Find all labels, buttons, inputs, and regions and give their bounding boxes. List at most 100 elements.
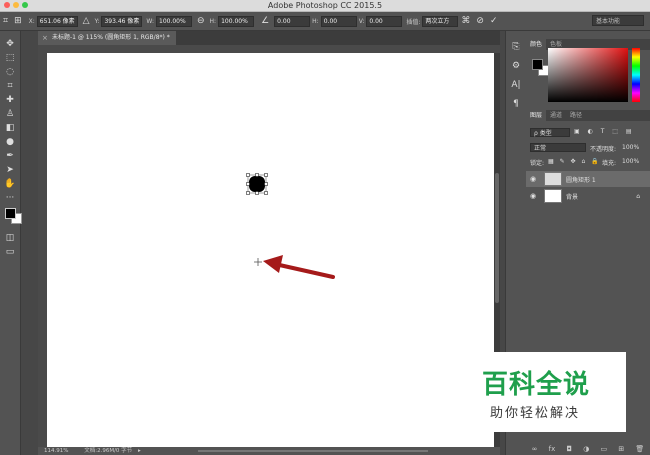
w-label: W: [146,17,154,25]
angle-field[interactable]: 0.00 [274,15,311,27]
cancel-transform-icon[interactable]: ⊘ [476,16,484,26]
stamp-tool-icon[interactable]: ♙ [0,107,20,121]
layer-row[interactable]: ◉ 圆角矩形 1 [526,171,650,187]
layer-lock-icon: ⌂ [636,192,640,200]
new-layer-icon[interactable]: ⊞ [618,445,624,453]
layers-panel-tabs: 图层 通道 路径 [526,110,650,121]
layer-filter-icons[interactable]: ▣ ◐ T ⬚ ▤ [574,128,635,135]
color-swatches [0,205,22,231]
eraser-tool-icon[interactable]: ◧ [0,121,20,135]
watermark-title: 百科全说 [482,370,591,400]
blend-mode-select[interactable]: 正常 [530,143,586,152]
document-tab-bar: × 未标题-1 @ 115% (圆角矩形 1, RGB/8*) * [38,31,500,45]
tab-paths[interactable]: 路径 [566,110,586,121]
add-mask-icon[interactable]: ◘ [566,445,572,453]
opacity-value[interactable]: 100% [622,144,639,151]
status-arrow-icon[interactable]: ▸ [138,448,141,454]
delta-icon[interactable]: △ [83,16,90,26]
hskew-label: H: [312,17,319,25]
new-group-icon[interactable]: ▭ [601,445,608,453]
interpolation-label: 插值: [406,18,421,26]
zoom-level[interactable]: 114.91% [44,448,68,454]
h-label: H: [209,17,217,25]
layer-thumbnail [544,172,562,186]
rounded-rectangle-shape[interactable] [246,173,268,195]
layer-filter-select[interactable]: ρ 类型 [530,128,570,137]
visibility-eye-icon[interactable]: ◉ [526,192,540,200]
layers-footer: ∞ fx ◘ ◑ ▭ ⊞ 🗑 [526,443,650,455]
workspace-select[interactable]: 基本功能 [592,15,644,26]
x-field[interactable]: 651.06 像素 [36,15,78,27]
tab-channels[interactable]: 通道 [546,110,566,121]
width-field[interactable]: 100.00% [156,15,192,27]
path-select-tool-icon[interactable]: ➤ [0,163,20,177]
layer-row[interactable]: ◉ 背景 ⌂ [526,188,650,204]
visibility-eye-icon[interactable]: ◉ [526,175,540,183]
fill-value[interactable]: 100% [622,158,639,165]
properties-icon[interactable]: ⚙ [506,56,526,75]
vskew-field[interactable]: 0.00 [366,15,403,27]
adjustment-layer-icon[interactable]: ◑ [583,445,589,453]
options-bar: ⌗ ⊞ X: 651.06 像素 △ Y: 393.46 像素 W: 100.0… [0,12,650,31]
lock-label: 锁定: [530,160,545,167]
marquee-tool-icon[interactable]: ⬚ [0,51,20,65]
crop-tool-icon[interactable]: ⌗ [0,79,20,93]
more-tools-icon[interactable]: ··· [0,191,20,205]
height-field[interactable]: 100.00% [218,15,255,27]
foreground-color-swatch[interactable] [5,208,16,219]
color-picker-field[interactable] [548,48,628,102]
layer-style-icon[interactable]: fx [549,445,556,453]
commit-transform-icon[interactable]: ✓ [490,16,498,26]
character-icon[interactable]: A| [506,75,526,94]
annotation-arrow [263,255,335,279]
move-tool-icon[interactable]: ✥ [0,37,20,51]
quick-mask-icon[interactable]: ◫ [0,231,20,245]
panel-foreground-swatch[interactable] [532,59,543,70]
tools-panel: ✥ ⬚ ◌ ⌗ ✚ ♙ ◧ ● ✒ ➤ ✋ ··· ◫ ▭ [0,31,22,455]
link-layers-icon[interactable]: ∞ [532,445,538,453]
x-label: X: [28,17,35,25]
screen-mode-icon[interactable]: ▭ [0,245,20,259]
history-icon[interactable]: ⎘ [506,37,526,56]
app-title: Adobe Photoshop CC 2015.5 [267,1,383,10]
delete-layer-icon[interactable]: 🗑 [635,445,644,453]
interpolation-select[interactable]: 两次立方 [422,15,459,27]
warp-icon[interactable]: ⌘ [461,16,470,26]
horizontal-scrollbar[interactable] [198,450,428,452]
paragraph-icon[interactable]: ¶ [506,94,526,113]
pen-tool-icon[interactable]: ✒ [0,149,20,163]
layer-name: 圆角矩形 1 [566,176,596,184]
crosshair-cursor [254,258,262,266]
scrollbar-thumb[interactable] [495,173,499,303]
vskew-label: V: [358,17,365,25]
hskew-field[interactable]: 0.00 [320,15,357,27]
reference-point-icon[interactable]: ⊞ [14,16,22,26]
lock-icons[interactable]: ▦ ✎ ✥ ⌂ 🔒 [548,158,601,165]
layer-name: 背景 [566,193,579,201]
transform-tool-icon[interactable]: ⌗ [3,16,8,26]
lasso-tool-icon[interactable]: ◌ [0,65,20,79]
hand-tool-icon[interactable]: ✋ [0,177,20,191]
fill-label: 填充: [602,160,617,167]
title-bar: Adobe Photoshop CC 2015.5 [0,0,650,12]
angle-icon: ∠ [261,16,270,26]
healing-tool-icon[interactable]: ✚ [0,93,20,107]
watermark-overlay: 百科全说 助你轻松解决 [446,352,626,432]
tab-layers[interactable]: 图层 [526,110,547,121]
close-tab-icon[interactable]: × [42,31,48,45]
layer-thumbnail [544,189,562,203]
document-size: 文档:2.96M/0 字节 [84,448,133,454]
hue-slider[interactable] [632,48,640,102]
watermark-subtitle: 助你轻松解决 [490,406,581,421]
y-field[interactable]: 393.46 像素 [101,15,143,27]
canvas-artwork [246,173,335,279]
canvas[interactable] [47,53,494,447]
document-tab-title: 未标题-1 @ 115% (圆角矩形 1, RGB/8*) * [52,34,170,41]
link-icon[interactable]: ⊖ [197,16,205,26]
document-tab[interactable]: × 未标题-1 @ 115% (圆角矩形 1, RGB/8*) * [38,31,176,45]
blur-tool-icon[interactable]: ● [0,135,20,149]
tab-color[interactable]: 颜色 [526,39,547,50]
status-bar: 114.91% 文档:2.96M/0 字节 ▸ [38,447,500,455]
opacity-label: 不透明度: [590,146,617,153]
y-label: Y: [94,17,100,25]
